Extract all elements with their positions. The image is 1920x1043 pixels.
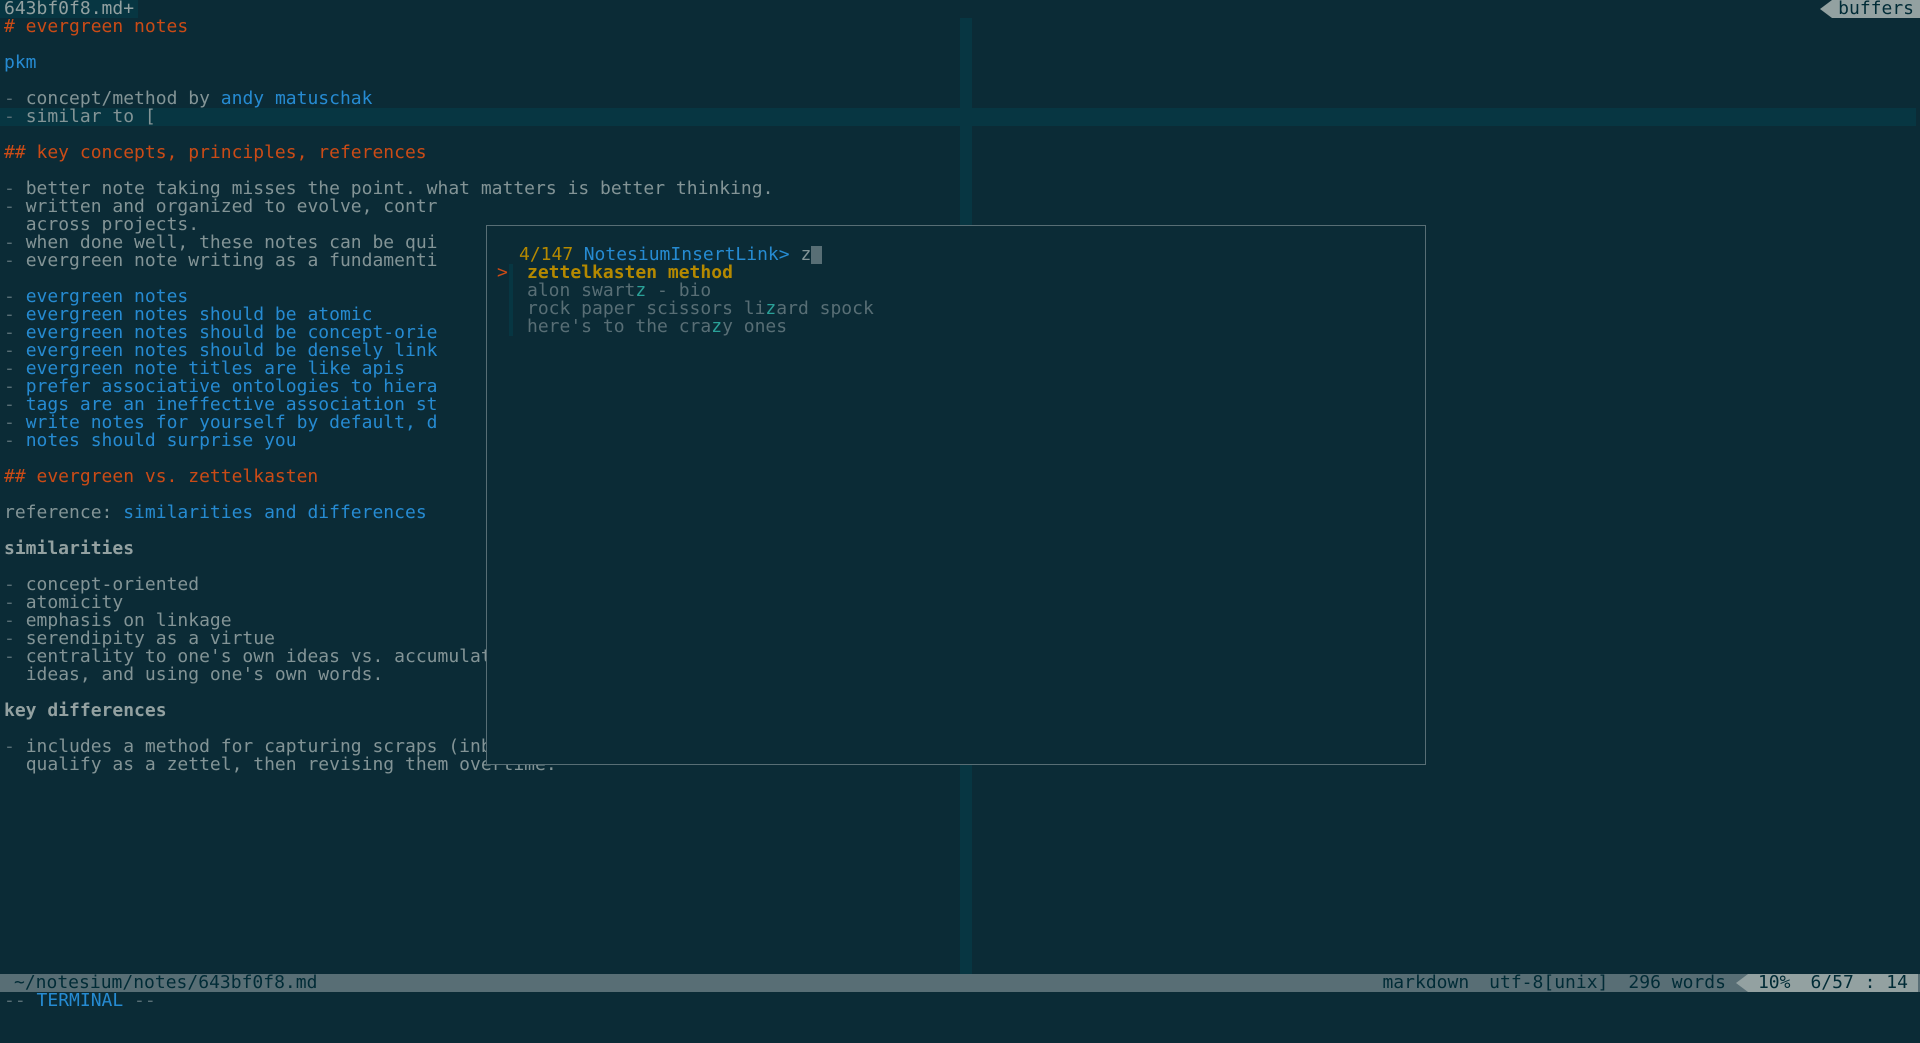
heading-2: ## evergreen vs. zettelkasten	[4, 466, 318, 487]
wikilink[interactable]: pkm	[4, 52, 37, 73]
fzf-pointer-icon	[497, 318, 509, 336]
status-position: 6/57 : 14	[1800, 974, 1918, 992]
cursor-icon	[811, 246, 822, 264]
tab-line: 643bf0f8.md+ buffers	[0, 0, 1920, 18]
fzf-marker-bar	[509, 318, 513, 336]
fzf-marker-bar	[509, 282, 513, 300]
fzf-marker-bar	[509, 264, 513, 282]
text: qualify as a zettel, then revising them …	[26, 754, 557, 775]
fzf-result-item[interactable]: here's to the crazy ones	[497, 318, 1425, 336]
text: ideas, and using one's own words.	[26, 664, 384, 685]
editor-area[interactable]: # evergreen notes pkm - concept/method b…	[0, 18, 1920, 974]
tabline-right: buffers	[1820, 0, 1920, 18]
fzf-results[interactable]: >zettelkasten method alon swartz - bio r…	[497, 264, 1425, 336]
status-filetype: markdown	[1372, 974, 1479, 992]
separator-icon	[1820, 0, 1832, 18]
text: evergreen note writing as a fundamenti	[26, 250, 438, 271]
status-encoding: utf-8[unix]	[1479, 974, 1618, 992]
wikilink[interactable]: andy matuschak	[221, 88, 373, 109]
heading-1: # evergreen notes	[4, 16, 188, 37]
heading-2: ## key concepts, principles, references	[4, 142, 427, 163]
status-percent: 10%	[1748, 974, 1801, 992]
status-wordcount: 296 words	[1618, 974, 1736, 992]
wikilink[interactable]: similarities and differences	[123, 502, 426, 523]
command-line: -- TERMINAL --	[0, 992, 1920, 1010]
status-line: ~/notesium/notes/643bf0f8.md markdown ut…	[0, 974, 1920, 992]
fzf-popup[interactable]: NotesiumInsertLink> z 4/147 >zettelkaste…	[486, 225, 1426, 765]
bold-text: similarities	[4, 538, 134, 559]
mode-indicator: TERMINAL	[37, 990, 124, 1011]
buffers-button[interactable]: buffers	[1832, 0, 1920, 18]
fzf-query: z	[800, 244, 811, 265]
fzf-marker-bar	[509, 300, 513, 318]
cursor-line: - similar to [	[0, 108, 1916, 126]
wikilink[interactable]: notes should surprise you	[26, 430, 297, 451]
fzf-prompt-line[interactable]: NotesiumInsertLink> z	[497, 228, 1425, 246]
text: reference:	[4, 502, 123, 523]
bold-text: key differences	[4, 700, 167, 721]
separator-icon	[1736, 974, 1748, 992]
fzf-result-text: here's to the crazy ones	[527, 318, 787, 336]
